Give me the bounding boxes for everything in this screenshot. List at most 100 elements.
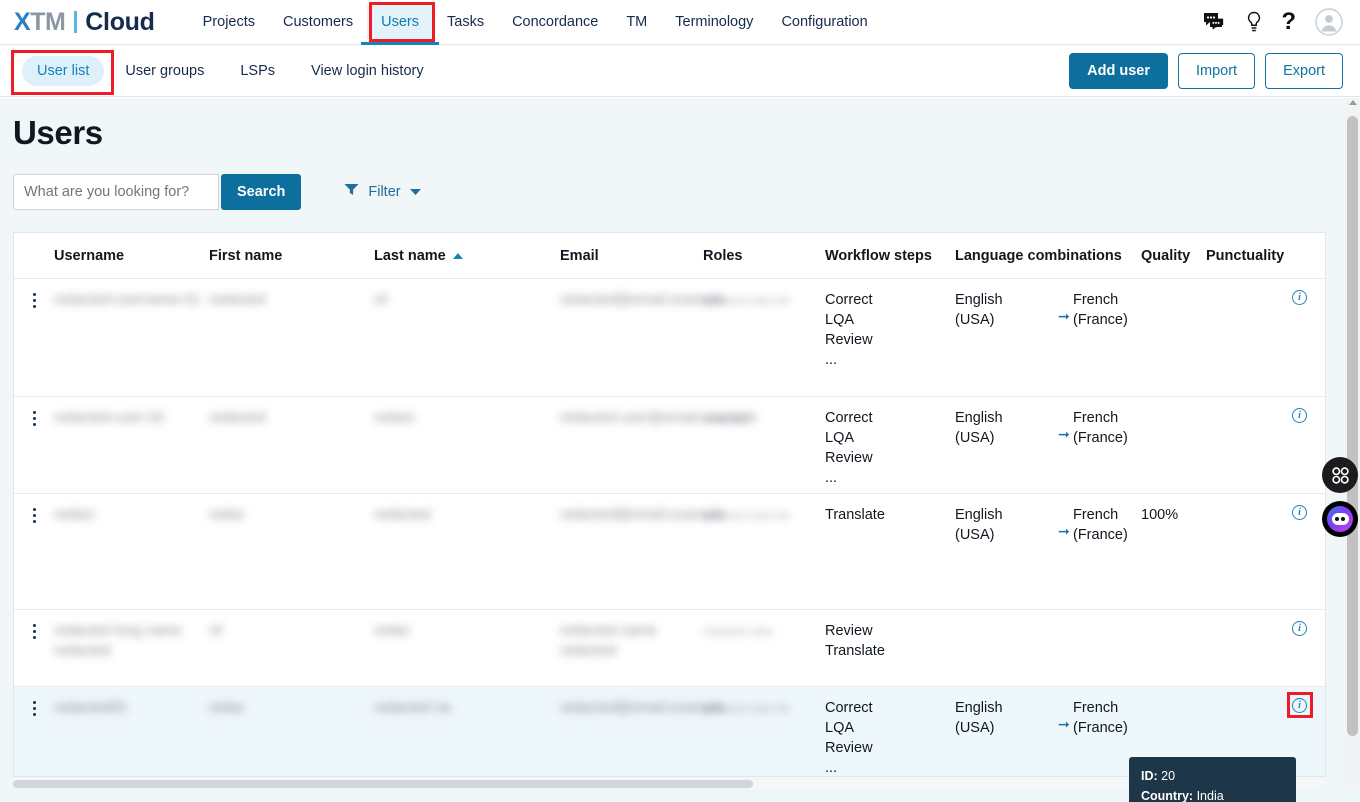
workflow-steps-cell: Correct LQA Review...: [825, 686, 955, 776]
redacted-email: redacted@email.example: [560, 507, 725, 523]
scroll-up-arrow-icon[interactable]: [1349, 100, 1357, 105]
redacted-username-cell: redacted00: [54, 686, 209, 776]
row-actions-menu-icon[interactable]: [14, 621, 54, 639]
table-row[interactable]: redacted-username-01 redacted rd redacted@e…: [14, 278, 1325, 397]
chevron-down-icon: [409, 183, 421, 201]
xtm-cloud-logo[interactable]: X TM Cloud: [14, 8, 155, 37]
row-menu-cell: [14, 686, 54, 776]
row-info-cell: i: [1292, 493, 1325, 610]
redacted-username: redacted-username-01: [54, 292, 201, 308]
redacted-first-name-cell: rd: [209, 609, 374, 687]
column-header-username[interactable]: Username: [54, 233, 209, 279]
nav-item-users[interactable]: Users: [361, 5, 439, 45]
nav-item-tasks[interactable]: Tasks: [433, 0, 498, 45]
redacted-last-name: redac: [374, 623, 411, 639]
column-header-label: First name: [209, 248, 283, 264]
redacted-roles: redacted roles list: [703, 295, 790, 307]
table-row[interactable]: redacted-user-02 redacted redact redacted.u…: [14, 396, 1325, 494]
row-actions-menu-icon[interactable]: [14, 408, 54, 426]
nav-item-customers[interactable]: Customers: [269, 0, 367, 45]
nav-item-projects[interactable]: Projects: [189, 0, 269, 45]
nav-item-tm[interactable]: TM: [612, 0, 661, 45]
column-header-quality[interactable]: Quality: [1141, 233, 1206, 279]
table-row[interactable]: redact redac redacted redacted@email.exampl…: [14, 493, 1325, 610]
subnav-item-user-list[interactable]: User list: [22, 55, 105, 86]
column-header-first-name[interactable]: First name: [209, 233, 374, 279]
export-button[interactable]: Export: [1265, 52, 1343, 89]
column-header-label: Quality: [1141, 248, 1191, 264]
redacted-username-cell: redact: [54, 493, 209, 610]
row-menu-cell: [14, 609, 54, 687]
subnav-items: User list User groups LSPs View login histo…: [0, 55, 439, 86]
lightbulb-icon[interactable]: [1246, 11, 1262, 33]
language-combination-cell: [955, 609, 1141, 687]
vertical-scrollbar[interactable]: [1345, 98, 1360, 802]
sub-navigation-bar: User list User groups LSPs View login histo…: [0, 45, 1360, 97]
subnav-item-user-groups[interactable]: User groups: [110, 56, 219, 86]
quality-cell: [1141, 278, 1206, 397]
assistant-bot-button[interactable]: [1322, 501, 1358, 537]
row-info-icon[interactable]: i: [1292, 408, 1307, 423]
redacted-username-cell: redacted long name redacted: [54, 609, 209, 687]
subnav-item-lsps[interactable]: LSPs: [225, 56, 290, 86]
redacted-roles: redacted roles: [703, 626, 773, 638]
language-direction-arrow-icon: ➞: [1058, 308, 1070, 324]
nav-item-terminology[interactable]: Terminology: [661, 0, 767, 45]
redacted-first-name-cell: redac: [209, 686, 374, 776]
redacted-email: redacted@email.example: [560, 700, 725, 716]
add-user-button[interactable]: Add user: [1069, 52, 1168, 89]
horizontal-scrollbar-thumb[interactable]: [13, 780, 753, 788]
workflow-step: LQA: [825, 720, 855, 736]
row-info-icon[interactable]: i: [1292, 621, 1307, 636]
column-header-language-combinations[interactable]: Language combinations: [955, 233, 1141, 279]
column-header-last-name[interactable]: Last name: [374, 233, 560, 279]
vertical-scrollbar-thumb[interactable]: [1347, 116, 1358, 736]
row-menu-cell: [14, 278, 54, 397]
redacted-email-cell: redacted.user@email.example: [560, 396, 757, 494]
row-info-icon[interactable]: i: [1292, 505, 1307, 520]
sort-ascending-icon[interactable]: [452, 253, 463, 260]
bot-face: [1331, 513, 1349, 525]
row-actions-menu-icon[interactable]: [14, 505, 54, 523]
chat-icon[interactable]: [1203, 12, 1227, 32]
apps-grid-button[interactable]: [1322, 457, 1358, 493]
source-language: English (USA): [955, 507, 1003, 543]
redacted-username: redacted00: [54, 700, 127, 716]
users-table: Username First name Last name Email Roles Wor…: [14, 233, 1325, 776]
row-info-icon[interactable]: i: [1292, 290, 1307, 305]
row-actions-menu-icon[interactable]: [14, 698, 54, 716]
workflow-step: LQA: [825, 430, 855, 446]
redacted-email: redacted@email.example: [560, 292, 725, 308]
tooltip-line: ID: 20: [1141, 766, 1284, 786]
search-input[interactable]: [13, 174, 219, 210]
search-button[interactable]: Search: [221, 174, 302, 210]
column-header-punctuality[interactable]: Punctuality: [1206, 233, 1292, 279]
column-header-workflow-steps[interactable]: Workflow steps: [825, 233, 955, 279]
help-icon[interactable]: ?: [1281, 8, 1296, 36]
column-header-label: Language combinations: [955, 248, 1122, 264]
nav-item-configuration[interactable]: Configuration: [767, 0, 881, 45]
table-row[interactable]: redacted long name redacted rd redac redact…: [14, 609, 1325, 687]
workflow-step: Review: [825, 740, 873, 756]
filter-control[interactable]: Filter: [344, 183, 421, 201]
workflow-step: ...: [825, 352, 838, 368]
redacted-email-cell: redacted@email.example: [560, 686, 725, 776]
subnav-item-view-login-history[interactable]: View login history: [296, 56, 439, 86]
redacted-last-name: redacted: [374, 507, 431, 523]
workflow-step: ...: [825, 470, 838, 486]
column-header-roles[interactable]: Roles: [703, 233, 825, 279]
redacted-username: redact: [54, 507, 95, 523]
table-header-row: Username First name Last name Email Roles Wor…: [14, 233, 1325, 279]
row-actions-menu-icon[interactable]: [14, 290, 54, 308]
redacted-username-cell: redacted-username-01: [54, 278, 209, 397]
nav-item-concordance[interactable]: Concordance: [498, 0, 612, 45]
quality-cell: [1141, 396, 1206, 494]
redacted-last-name: rd: [374, 292, 387, 308]
column-header-email[interactable]: Email: [560, 233, 703, 279]
tooltip-line: Country: India: [1141, 786, 1284, 802]
avatar[interactable]: [1315, 8, 1343, 36]
import-button[interactable]: Import: [1177, 52, 1256, 89]
workflow-step: Review: [825, 450, 873, 466]
row-info-icon[interactable]: i: [1292, 698, 1307, 713]
redacted-roles-cell: redacted roles list: [703, 278, 825, 397]
